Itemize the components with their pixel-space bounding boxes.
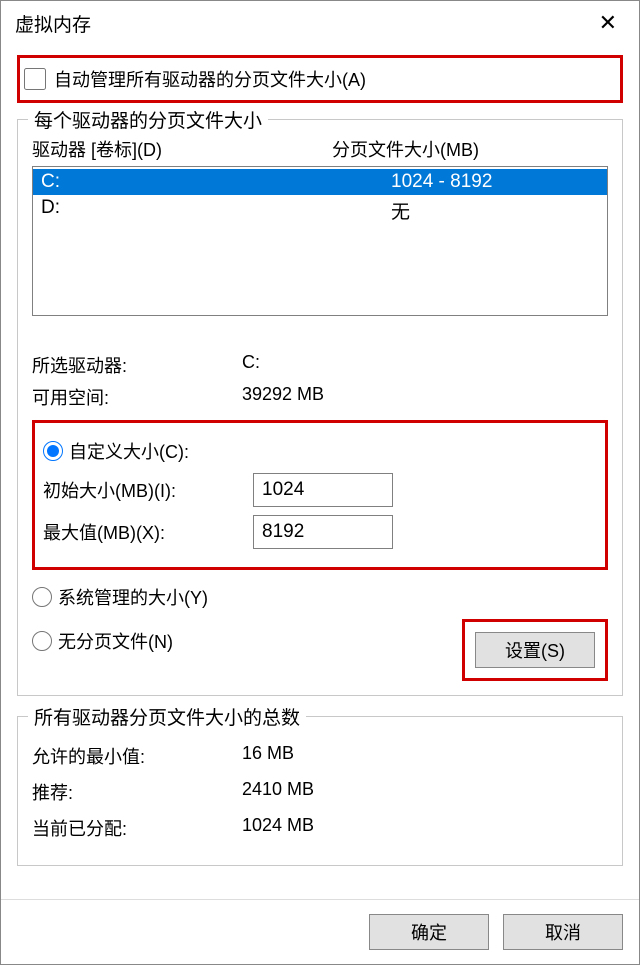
drive-row-c[interactable]: C: 1024 - 8192 [33, 169, 607, 195]
drive-pagesize: 1024 - 8192 [391, 171, 599, 193]
selected-drive-row: 所选驱动器: C: [32, 352, 608, 378]
current-alloc-row: 当前已分配: 1024 MB [32, 815, 608, 841]
drive-pagesize: 无 [391, 197, 599, 224]
system-managed-row: 系统管理的大小(Y) [32, 584, 608, 610]
min-allowed-value: 16 MB [242, 743, 294, 769]
drive-listbox[interactable]: C: 1024 - 8192 D: 无 [32, 166, 608, 316]
col-drive-header: 驱动器 [卷标](D) [32, 136, 332, 162]
recommended-row: 推荐: 2410 MB [32, 779, 608, 805]
recommended-label: 推荐: [32, 779, 242, 805]
set-button[interactable]: 设置(S) [475, 632, 595, 668]
totals-group: 所有驱动器分页文件大小的总数 允许的最小值: 16 MB 推荐: 2410 MB… [17, 716, 623, 866]
per-drive-group: 每个驱动器的分页文件大小 驱动器 [卷标](D) 分页文件大小(MB) C: 1… [17, 119, 623, 696]
col-pagesize-header: 分页文件大小(MB) [332, 136, 608, 162]
titlebar: 虚拟内存 ✕ [1, 1, 639, 45]
auto-manage-row: 自动管理所有驱动器的分页文件大小(A) [17, 55, 623, 103]
drive-list-headers: 驱动器 [卷标](D) 分页文件大小(MB) [32, 136, 608, 162]
custom-size-radio-label: 自定义大小(C): [69, 438, 189, 464]
system-managed-label: 系统管理的大小(Y) [58, 584, 208, 610]
free-space-value: 39292 MB [242, 384, 608, 410]
current-alloc-value: 1024 MB [242, 815, 314, 841]
no-paging-file-row: 无分页文件(N) [32, 628, 173, 654]
custom-size-radio[interactable] [43, 441, 63, 461]
drive-row-d[interactable]: D: 无 [33, 195, 607, 226]
current-alloc-label: 当前已分配: [32, 815, 242, 841]
dialog-button-row: 确定 取消 [1, 899, 639, 964]
set-button-highlight: 设置(S) [462, 619, 608, 681]
custom-size-radio-row: 自定义大小(C): [43, 438, 597, 464]
cancel-button[interactable]: 取消 [503, 914, 623, 950]
initial-size-label: 初始大小(MB)(I): [43, 477, 253, 503]
max-size-row: 最大值(MB)(X): [43, 515, 597, 549]
no-paging-file-radio[interactable] [32, 631, 52, 651]
auto-manage-checkbox[interactable] [24, 68, 46, 90]
no-paging-file-label: 无分页文件(N) [58, 628, 173, 654]
close-icon[interactable]: ✕ [589, 10, 627, 36]
min-allowed-label: 允许的最小值: [32, 743, 242, 769]
per-drive-group-title: 每个驱动器的分页文件大小 [28, 106, 268, 133]
custom-size-box: 自定义大小(C): 初始大小(MB)(I): 最大值(MB)(X): [32, 420, 608, 570]
free-space-row: 可用空间: 39292 MB [32, 384, 608, 410]
min-allowed-row: 允许的最小值: 16 MB [32, 743, 608, 769]
initial-size-row: 初始大小(MB)(I): [43, 473, 597, 507]
ok-button[interactable]: 确定 [369, 914, 489, 950]
system-managed-radio[interactable] [32, 587, 52, 607]
recommended-value: 2410 MB [242, 779, 314, 805]
max-size-input[interactable] [253, 515, 393, 549]
totals-group-title: 所有驱动器分页文件大小的总数 [28, 703, 306, 730]
selected-drive-value: C: [242, 352, 608, 378]
content-area: 自动管理所有驱动器的分页文件大小(A) 每个驱动器的分页文件大小 驱动器 [卷标… [1, 45, 639, 899]
window-title: 虚拟内存 [15, 10, 91, 37]
dialog-window: 虚拟内存 ✕ 自动管理所有驱动器的分页文件大小(A) 每个驱动器的分页文件大小 … [0, 0, 640, 965]
free-space-label: 可用空间: [32, 384, 242, 410]
drive-letter: C: [41, 171, 391, 193]
selected-drive-label: 所选驱动器: [32, 352, 242, 378]
drive-letter: D: [41, 197, 391, 224]
auto-manage-label: 自动管理所有驱动器的分页文件大小(A) [54, 66, 366, 92]
initial-size-input[interactable] [253, 473, 393, 507]
max-size-label: 最大值(MB)(X): [43, 519, 253, 545]
